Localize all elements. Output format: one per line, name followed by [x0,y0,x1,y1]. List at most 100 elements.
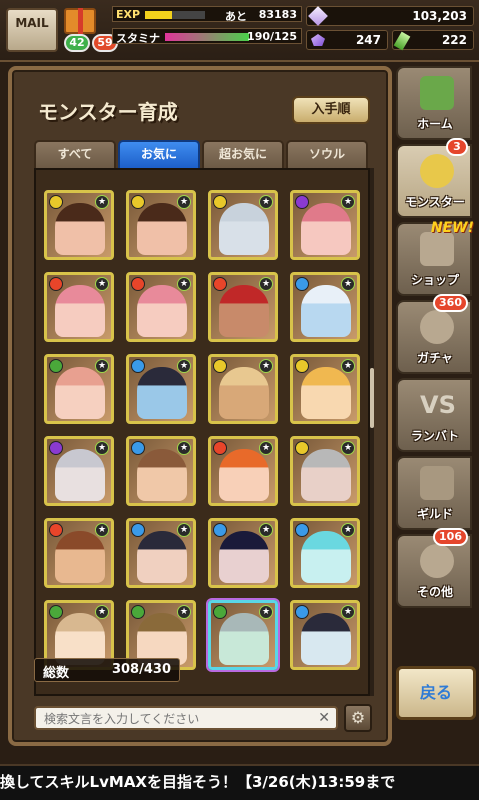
monster-card[interactable]: ★ [44,518,114,588]
monster-card[interactable]: ★ [208,600,278,670]
element-icon [131,441,145,455]
news-ticker[interactable]: 換してスキルLvMAXを目指そう！【3/26(木)13:59まで [0,764,479,800]
nav-monster-label: モンスター [405,195,465,209]
favorite-star-icon: ★ [341,195,355,209]
monster-card[interactable]: ★ [44,272,114,342]
monster-card[interactable]: ★ [126,354,196,424]
shop-icon [420,232,454,266]
nav-other[interactable]: その他 106 [396,528,472,608]
monster-card[interactable]: ★ [208,272,278,342]
monster-portrait [219,285,269,337]
tab-favorites[interactable]: お気に [118,140,200,168]
monster-card[interactable]: ★ [290,272,360,342]
favorite-star-icon: ★ [95,359,109,373]
element-icon [295,195,309,209]
sort-button[interactable]: 入手順 [292,96,370,124]
favorite-star-icon: ★ [259,523,273,537]
search-input[interactable] [36,709,306,729]
monster-count: 総数 308/430 [34,658,180,682]
element-icon [49,195,63,209]
nav-rank-battle-label: ランバト [410,429,460,443]
monster-card[interactable]: ★ [290,600,360,670]
monster-card[interactable]: ★ [208,518,278,588]
monster-card[interactable]: ★ [44,190,114,260]
crystal-value: 103,203 [412,9,467,23]
favorite-star-icon: ★ [95,523,109,537]
monster-card[interactable]: ★ [126,518,196,588]
monster-portrait [219,367,269,419]
monster-portrait [219,531,269,583]
crystal-counter[interactable]: 103,203 [306,6,474,26]
nav-shop[interactable]: ショップ NEW! [396,220,474,296]
monster-card[interactable]: ★ [126,190,196,260]
monster-card[interactable]: ★ [208,354,278,424]
monster-card[interactable]: ★ [44,436,114,506]
monster-card[interactable]: ★ [208,190,278,260]
clear-icon[interactable]: ✕ [318,710,330,726]
monster-portrait [137,531,187,583]
nav-gacha[interactable]: ガチャ 360 [396,294,472,374]
favorite-star-icon: ★ [259,359,273,373]
grid-scrollbar[interactable] [370,168,374,696]
nav-home[interactable]: ホーム [396,66,472,140]
new-tag: NEW! [430,220,474,236]
nav-shop-label: ショップ [410,273,459,287]
exp-label: EXP [116,8,141,21]
gift-icon[interactable] [64,8,96,34]
monster-grid[interactable]: ★ ★ ★ ★ ★ ★ ★ ★ ★ ★ ★ ★ ★ ★ ★ ★ ★ ★ ★ ★ ★ ★ ★ ★ [34,168,370,696]
element-icon [213,605,227,619]
monster-portrait [219,449,269,501]
monster-card[interactable]: ★ [126,436,196,506]
element-icon [131,359,145,373]
monster-card[interactable]: ★ [44,354,114,424]
element-icon [131,523,145,537]
monster-card[interactable]: ★ [290,436,360,506]
filter-settings-button[interactable]: ⚙ [344,704,372,732]
stamina-value: 190/125 [247,30,297,43]
monster-portrait [301,613,351,665]
element-icon [213,195,227,209]
status-header: MAIL 42 59 EXP あと 83183 スタミナ 190/125 103… [0,0,479,62]
nav-monster-badge: 3 [446,138,468,156]
nav-rank-battle[interactable]: VS ランバト [396,378,472,452]
search-box: ✕ [34,706,338,730]
monster-portrait [55,449,105,501]
filter-tabs: すべて お気に 超お気に ソウル [34,140,370,168]
back-button[interactable]: 戻る [396,666,476,720]
stamina-meter: スタミナ 190/125 [112,28,302,45]
monster-portrait [55,367,105,419]
orb-icon [311,34,325,46]
tab-super-favorites[interactable]: 超お気に [202,140,284,168]
element-icon [295,605,309,619]
vs-icon: VS [420,391,456,419]
nav-guild[interactable]: ギルド [396,456,472,530]
favorite-star-icon: ★ [177,523,191,537]
monster-icon [420,154,454,188]
monster-portrait [219,203,269,255]
monster-portrait [301,367,351,419]
tab-all[interactable]: すべて [34,140,116,168]
tab-soul[interactable]: ソウル [286,140,368,168]
monster-card[interactable]: ★ [208,436,278,506]
stamina-bar-fill [165,33,249,41]
element-icon [131,277,145,291]
monster-card[interactable]: ★ [290,518,360,588]
monster-card[interactable]: ★ [290,190,360,260]
nav-other-badge: 106 [433,528,468,546]
monster-card[interactable]: ★ [290,354,360,424]
favorite-star-icon: ★ [341,359,355,373]
stone-icon [393,31,411,51]
grid-scrollbar-thumb[interactable] [370,368,374,428]
mail-button[interactable]: MAIL [6,8,58,52]
element-icon [213,441,227,455]
monster-card[interactable]: ★ [126,272,196,342]
orb-counter[interactable]: 247 [306,30,388,50]
monster-portrait [137,203,187,255]
monster-portrait [301,531,351,583]
stone-counter[interactable]: 222 [392,30,474,51]
favorite-star-icon: ★ [341,277,355,291]
stamina-bar [165,33,249,41]
count-value: 308/430 [111,662,171,677]
nav-monster[interactable]: モンスター 3 [396,138,472,218]
favorite-star-icon: ★ [341,523,355,537]
